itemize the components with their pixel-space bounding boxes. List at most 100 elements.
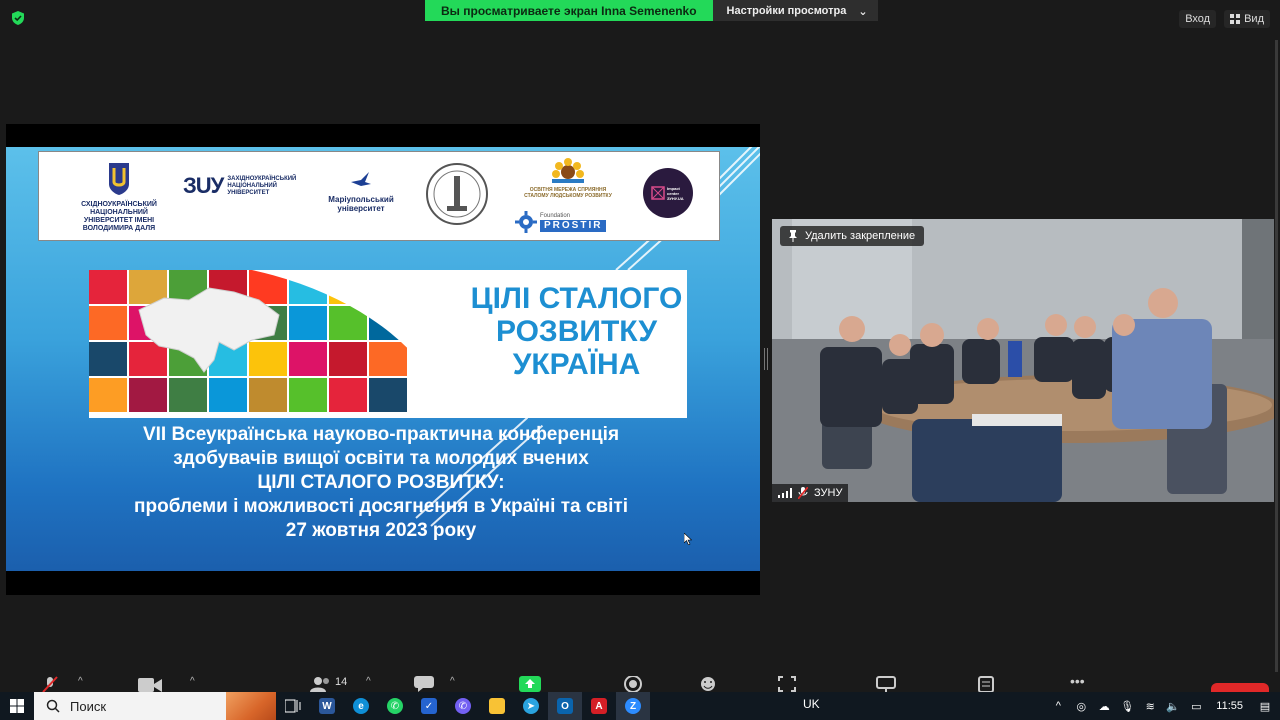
- taskbar-search[interactable]: Поиск: [34, 692, 276, 720]
- conference-line: здобувачів вищої освіти та молодих вчени…: [173, 448, 589, 469]
- participants-count: 14: [335, 676, 348, 688]
- chat-icon[interactable]: [414, 676, 434, 692]
- sdg-tile: [329, 270, 367, 304]
- sdg-title: ЦІЛІ СТАЛОГО РОЗВИТКУ УКРАЇНА: [470, 282, 683, 381]
- windows-logo-icon: [10, 699, 24, 713]
- task-view-button[interactable]: [276, 692, 310, 720]
- taskbar-app-outlook[interactable]: O: [548, 692, 582, 720]
- microphone-icon[interactable]: 🎙: [1120, 699, 1134, 713]
- sdg-tile: [329, 378, 367, 412]
- chevron-up-icon[interactable]: ^: [1051, 699, 1065, 713]
- sdg-tile: [329, 306, 367, 340]
- sunu-name: СХІДНОУКРАЇНСЬКИЙ НАЦІОНАЛЬНИЙ УНІВЕРСИТ…: [81, 201, 157, 232]
- video-camera-icon[interactable]: [138, 676, 162, 692]
- chevron-up-icon[interactable]: ^: [78, 676, 83, 687]
- sdg-tile: [89, 306, 127, 340]
- unpin-button[interactable]: Удалить закрепление: [780, 226, 925, 246]
- prostir-logo: Foundation PROSTIR: [515, 208, 613, 236]
- partner-logos-panel: СХІДНОУКРАЇНСЬКИЙ НАЦІОНАЛЬНИЙ УНІВЕРСИТ…: [38, 151, 720, 241]
- volume-icon[interactable]: 🔈: [1166, 699, 1180, 713]
- presentation-slide: СХІДНОУКРАЇНСЬКИЙ НАЦІОНАЛЬНИЙ УНІВЕРСИТ…: [6, 147, 760, 571]
- sdg-tile: [89, 270, 127, 304]
- taskbar-app-acrobat[interactable]: A: [582, 692, 616, 720]
- prostir-label: PROSTIR: [540, 220, 607, 232]
- whatsapp-icon: ✆: [387, 698, 403, 714]
- participant-name: ЗУНУ: [814, 487, 843, 499]
- chevron-up-icon[interactable]: ^: [450, 676, 455, 687]
- taskbar-app-edge[interactable]: e: [344, 692, 378, 720]
- sdg-tile: [89, 342, 127, 376]
- sdg-network-name: ОСВІТНЯ МЕРЕЖА СПРИЯННЯ СТАЛОМУ ЛЮДСЬКОМ…: [524, 187, 612, 199]
- wifi-icon[interactable]: ≋: [1143, 699, 1157, 713]
- sdg-network-logo: ОСВІТНЯ МЕРЕЖА СПРИЯННЯ СТАЛОМУ ЛЮДСЬКОМ…: [519, 158, 617, 199]
- sdg-tile: [289, 306, 327, 340]
- cloud-icon[interactable]: ☁: [1097, 699, 1111, 713]
- view-options-button[interactable]: Настройки просмотра ⌄: [712, 0, 878, 21]
- taskbar-app-explorer[interactable]: [480, 692, 514, 720]
- pin-icon: [789, 230, 797, 242]
- battery-icon[interactable]: ▭: [1189, 699, 1203, 713]
- whiteboard-icon[interactable]: [876, 676, 896, 692]
- search-placeholder: Поиск: [70, 698, 107, 714]
- screen-share-banner: Вы просматриваете экран Inna Semenenko Н…: [425, 0, 878, 21]
- conference-date: 27 жовтня 2023 року: [285, 520, 477, 541]
- scrollbar[interactable]: [1275, 40, 1278, 690]
- chevron-up-icon[interactable]: ^: [190, 676, 195, 687]
- university-crest-icon: [109, 163, 129, 195]
- language-indicator[interactable]: UK: [803, 697, 820, 711]
- participant-name-tag: ЗУНУ: [772, 484, 849, 502]
- taskbar-app-whatsapp[interactable]: ✆: [378, 692, 412, 720]
- chevron-down-icon: ⌄: [858, 6, 868, 18]
- sdg-tile: [89, 378, 127, 412]
- zoom-icon: Z: [625, 698, 641, 714]
- chevron-up-icon[interactable]: ^: [366, 676, 371, 687]
- windows-start-button[interactable]: [0, 692, 34, 720]
- split-view-handle[interactable]: [764, 348, 768, 370]
- taskbar-app-telegram[interactable]: ➤: [514, 692, 548, 720]
- task-view-icon: [285, 699, 301, 713]
- notifications-icon[interactable]: ▤: [1258, 699, 1272, 713]
- mic-muted-icon[interactable]: [42, 676, 58, 692]
- conference-line: VII Всеукраїнська науково-практична конф…: [142, 424, 620, 445]
- participants-icon[interactable]: [310, 676, 332, 692]
- record-icon[interactable]: [624, 676, 642, 692]
- share-presenter-name: Inna Semenenko: [601, 4, 697, 18]
- view-label: Вид: [1244, 13, 1264, 25]
- taskbar-app-zoom[interactable]: Z: [616, 692, 650, 720]
- apps-icon[interactable]: [778, 676, 796, 692]
- taskbar-app-viber[interactable]: ✆: [446, 692, 480, 720]
- reactions-icon[interactable]: [700, 676, 718, 692]
- folder-icon: [489, 698, 505, 714]
- sdg-tile: [169, 378, 207, 412]
- impact-mark-icon: [651, 186, 665, 200]
- unpin-label: Удалить закрепление: [805, 230, 916, 242]
- participant-video[interactable]: Удалить закрепление ЗУНУ: [772, 219, 1274, 502]
- impact-name: Impact center ЗУНУ.UA: [667, 185, 684, 201]
- sdg-globe: [89, 270, 459, 418]
- login-button[interactable]: Вход: [1179, 10, 1217, 28]
- sdg-tile: [289, 378, 327, 412]
- checkmark-icon: ✓: [421, 698, 437, 714]
- viber-icon: ✆: [455, 698, 471, 714]
- sdg-tile: [209, 378, 247, 412]
- mariupol-logo: Маріупольський університет: [327, 170, 395, 213]
- sdg-tile: [369, 270, 407, 304]
- login-label: Вход: [1185, 13, 1211, 25]
- taskbar-app-word[interactable]: W: [310, 692, 344, 720]
- sdg-tile: [249, 378, 287, 412]
- conference-line: проблеми і можливості досягнення в Украї…: [134, 496, 628, 517]
- meet-now-icon[interactable]: ◎: [1074, 699, 1088, 713]
- notes-icon[interactable]: [978, 676, 994, 692]
- foundation-label: Foundation: [540, 213, 571, 219]
- sdg-tile: [289, 342, 327, 376]
- zunu-name: ЗАХІДНОУКРАЇНСЬКИЙ НАЦІОНАЛЬНИЙ УНІВЕРСИ…: [227, 175, 297, 196]
- top-right-controls: Вход Вид: [1179, 10, 1270, 28]
- more-icon[interactable]: •••: [1070, 674, 1085, 688]
- impact-center-logo: Impact center ЗУНУ.UA: [643, 168, 693, 218]
- taskbar-app-todo[interactable]: ✓: [412, 692, 446, 720]
- view-button[interactable]: Вид: [1224, 10, 1270, 28]
- zoom-meeting-window: Вы просматриваете экран Inna Semenenko Н…: [0, 0, 1280, 720]
- shield-icon[interactable]: [10, 10, 26, 26]
- clock[interactable]: 11:55: [1216, 700, 1243, 712]
- share-screen-icon[interactable]: [519, 676, 541, 692]
